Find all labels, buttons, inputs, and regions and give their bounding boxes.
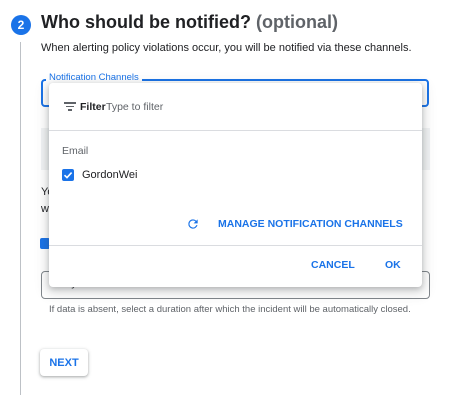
email-group-label: Email — [62, 145, 89, 157]
filter-input[interactable] — [106, 99, 306, 115]
step-title-text: Who should be notified? — [41, 12, 251, 32]
filter-row: Filter — [49, 83, 422, 131]
step-connector-line — [20, 42, 21, 395]
dropdown-actions: CANCEL OK — [49, 246, 422, 287]
alert-policy-page: 2 Who should be notified? (optional) Whe… — [0, 0, 474, 401]
notification-channels-label: Notification Channels — [46, 72, 142, 83]
manage-notification-channels-link[interactable]: MANAGE NOTIFICATION CHANNELS — [218, 218, 403, 230]
manage-channels-row: MANAGE NOTIFICATION CHANNELS — [49, 209, 422, 246]
step-title-optional: (optional) — [255, 12, 338, 32]
check-icon — [63, 172, 73, 179]
option-label: GordonWei — [82, 169, 138, 181]
next-button[interactable]: NEXT — [40, 349, 88, 376]
refresh-icon[interactable] — [186, 217, 200, 231]
step-title: Who should be notified? (optional) — [41, 12, 338, 33]
filter-icon — [64, 102, 76, 111]
step-number-badge: 2 — [11, 15, 31, 35]
cancel-button[interactable]: CANCEL — [311, 259, 355, 271]
option-checkbox[interactable] — [62, 169, 74, 181]
duration-helper-text: If data is absent, select a duration aft… — [49, 304, 411, 315]
step-description: When alerting policy violations occur, y… — [41, 42, 412, 54]
notification-channels-dropdown: Filter Email GordonWei MANAGE NOTIFICATI… — [49, 83, 422, 287]
filter-label: Filter — [80, 101, 106, 113]
background-text-fragment: w — [41, 203, 49, 215]
ok-button[interactable]: OK — [385, 259, 401, 271]
channel-option-gordonwei[interactable]: GordonWei — [62, 167, 137, 183]
